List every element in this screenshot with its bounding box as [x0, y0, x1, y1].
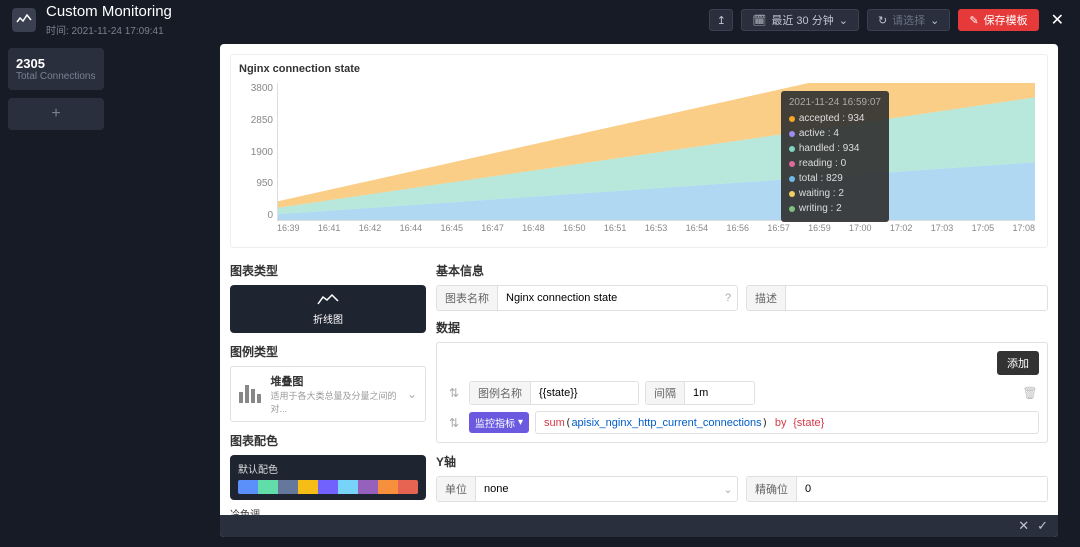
- metric-expression-input[interactable]: sum(apisix_nginx_http_current_connection…: [535, 411, 1039, 434]
- data-config-block: 添加 ⇅ 图例名称 间隔 🗑: [436, 342, 1048, 443]
- metric-card[interactable]: 2305 Total Connections: [8, 48, 104, 90]
- chart-preview: Nginx connection state 3800285019009500 …: [230, 54, 1048, 248]
- export-button[interactable]: ↥: [709, 9, 733, 31]
- legend-type-select[interactable]: 堆叠图 适用于各大类总量及分量之间的对... ⌄: [230, 366, 426, 422]
- add-query-button[interactable]: 添加: [997, 351, 1039, 375]
- legend-name-field[interactable]: 图例名称: [469, 381, 639, 405]
- x-axis: 16:3916:4116:4216:4416:4516:4716:4816:50…: [277, 223, 1035, 239]
- save-template-button[interactable]: ✎ 保存模板: [958, 9, 1038, 31]
- precision-input[interactable]: [797, 477, 1047, 501]
- pencil-icon: ✎: [969, 14, 978, 27]
- chart-plot[interactable]: [277, 83, 1035, 221]
- drag-handle-icon[interactable]: ⇅: [445, 416, 463, 430]
- section-data: 数据: [436, 319, 1048, 336]
- metric-label: Total Connections: [16, 71, 96, 82]
- chart-name-field[interactable]: 图表名称 ?: [436, 285, 738, 311]
- interval-field[interactable]: 间隔: [645, 381, 755, 405]
- chart-desc-field[interactable]: 描述: [746, 285, 1048, 311]
- cancel-button[interactable]: ✕: [1018, 518, 1029, 534]
- sidebar: 2305 Total Connections +: [8, 48, 104, 130]
- line-chart-icon: [317, 292, 339, 309]
- stacked-bar-icon: [239, 385, 262, 403]
- chevron-down-icon[interactable]: ⌄: [719, 477, 737, 501]
- metric-label-tag[interactable]: 监控指标 ▾: [469, 412, 529, 433]
- section-basic-info: 基本信息: [436, 262, 1048, 279]
- page-header: Custom Monitoring 时间: 2021-11-24 17:09:4…: [0, 0, 1080, 40]
- chart-title: Nginx connection state: [239, 63, 1039, 75]
- interval-input[interactable]: [685, 382, 754, 404]
- section-chart-type: 图表类型: [230, 262, 426, 279]
- calendar-icon: 🗓: [752, 14, 766, 27]
- close-button[interactable]: ✕: [1047, 10, 1068, 30]
- legend-name-input[interactable]: [531, 382, 638, 404]
- confirm-button[interactable]: ✓: [1037, 518, 1048, 534]
- section-palette: 图表配色: [230, 432, 426, 449]
- metric-value: 2305: [16, 56, 96, 71]
- chevron-down-icon: ▾: [518, 417, 523, 428]
- y-axis: 3800285019009500: [239, 83, 273, 221]
- chart-type-line[interactable]: 折线图: [230, 285, 426, 333]
- chart-tooltip: 2021-11-24 16:59:07 accepted : 934active…: [781, 91, 889, 222]
- chart-desc-input[interactable]: [786, 286, 1047, 310]
- palette-default[interactable]: 默认配色: [230, 455, 426, 500]
- refresh-icon: ↻: [878, 14, 887, 27]
- delete-query-button[interactable]: 🗑: [1021, 386, 1039, 400]
- chart-name-input[interactable]: [498, 286, 719, 310]
- add-card-button[interactable]: +: [8, 98, 104, 130]
- unit-field[interactable]: 单位 ⌄: [436, 476, 738, 502]
- edit-panel: Nginx connection state 3800285019009500 …: [220, 44, 1058, 537]
- page-title: Custom Monitoring: [46, 3, 172, 20]
- chevron-down-icon: ⌄: [930, 14, 939, 27]
- chevron-down-icon: ⌄: [839, 14, 848, 27]
- section-legend-type: 图例类型: [230, 343, 426, 360]
- page-timestamp: 时间: 2021-11-24 17:09:41: [46, 22, 172, 37]
- precision-field[interactable]: 精确位: [746, 476, 1048, 502]
- drag-handle-icon[interactable]: ⇅: [445, 386, 463, 400]
- app-logo: [12, 8, 36, 32]
- panel-footer: ✕ ✓: [220, 515, 1058, 537]
- section-yaxis: Y轴: [436, 453, 1048, 470]
- palette-cool[interactable]: 冷色调: [230, 506, 426, 515]
- chevron-down-icon: ⌄: [407, 387, 417, 401]
- time-range-select[interactable]: 🗓 最近 30 分钟 ⌄: [741, 9, 859, 31]
- refresh-select[interactable]: ↻ 请选择 ⌄: [867, 9, 950, 31]
- help-icon[interactable]: ?: [719, 286, 737, 310]
- unit-input[interactable]: [476, 477, 719, 501]
